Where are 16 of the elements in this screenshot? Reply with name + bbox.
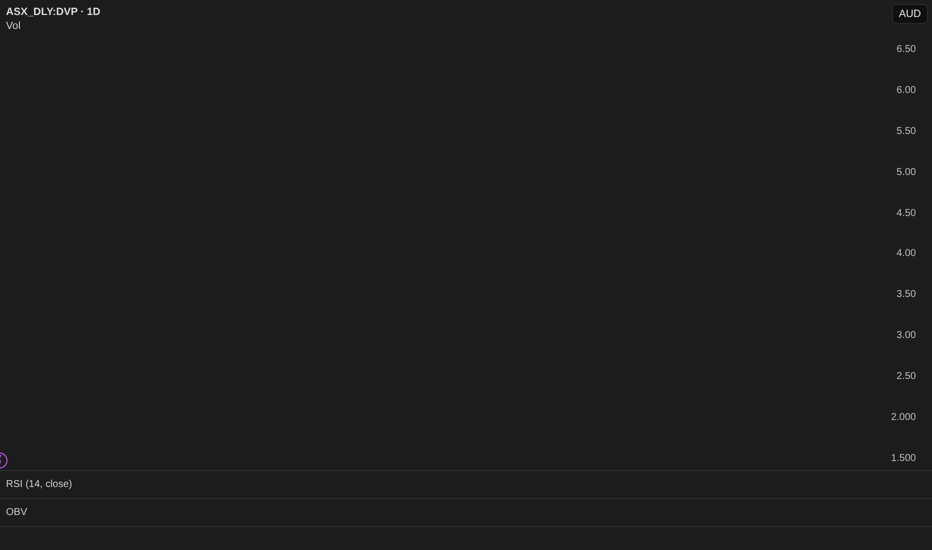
pane-title: RSI (14, close) [6, 479, 72, 490]
price-label: 6.00 [896, 84, 916, 97]
currency-button[interactable]: AUD [892, 4, 928, 24]
chart-title: ASX_DLY:DVP · 1D [6, 6, 100, 18]
price-label: 3.00 [896, 330, 916, 342]
price-label: 6.50 [896, 44, 916, 56]
price-label: 2.50 [896, 371, 916, 384]
price-label: 4.50 [896, 208, 916, 220]
price-label: 4.00 [896, 248, 916, 260]
price-label: 3.50 [896, 289, 916, 302]
price-label: 5.00 [896, 166, 916, 179]
indicator-label: Vol [6, 20, 21, 32]
price-label: 5.50 [896, 126, 916, 138]
price-label: 1.500 [890, 452, 916, 465]
price-label: 2.000 [890, 412, 916, 424]
pane-title: OBV [6, 507, 28, 518]
